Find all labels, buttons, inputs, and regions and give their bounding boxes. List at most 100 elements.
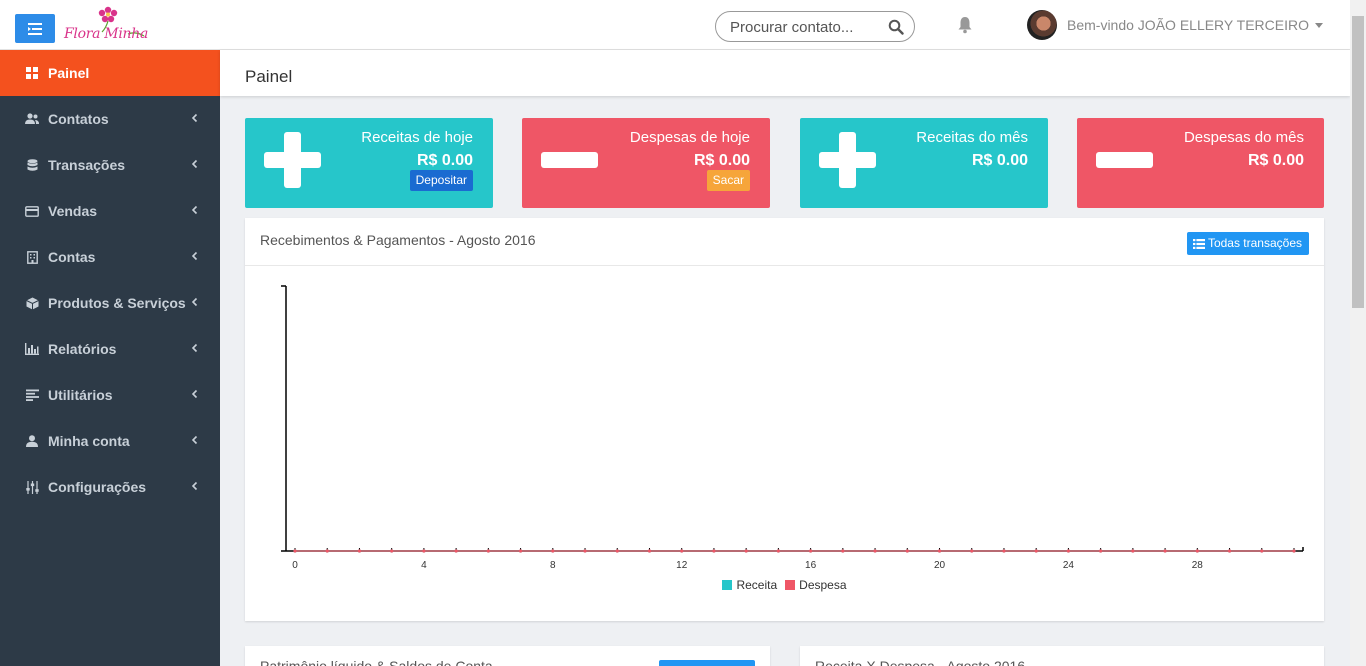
data-point-despesa — [357, 549, 362, 553]
sidebar-item-minha-conta[interactable]: Minha conta — [0, 418, 220, 464]
data-point-despesa — [1227, 549, 1232, 553]
sidebar-item-relatorios[interactable]: Relatórios — [0, 326, 220, 372]
data-point-despesa — [325, 549, 329, 553]
sidebar-item-contas[interactable]: Contas — [0, 234, 220, 280]
data-point-despesa — [905, 549, 909, 553]
menu-toggle-button[interactable] — [15, 14, 55, 43]
patrimonio-panel: Patrimônio líquido & Saldos de Conta — [245, 646, 770, 666]
data-point-despesa — [841, 549, 845, 553]
patrimonio-panel-button[interactable] — [659, 660, 755, 666]
user-icon — [25, 434, 39, 448]
menu-icon — [28, 22, 42, 35]
chevron-left-icon — [191, 297, 198, 307]
scrollbar-thumb[interactable] — [1352, 16, 1364, 308]
legend-label: Despesa — [799, 578, 847, 592]
data-point-despesa — [518, 549, 523, 553]
todas-transacoes-button[interactable]: Todas transações — [1186, 232, 1309, 255]
tile-value: R$ 0.00 — [971, 152, 1028, 169]
chart-legend: Receita Despesa — [245, 578, 1324, 592]
caret-down-icon — [1314, 22, 1323, 28]
data-point-despesa — [712, 549, 716, 553]
data-point-despesa — [1163, 549, 1167, 553]
sidebar-item-produtos-servicos[interactable]: Produtos & Serviços — [0, 280, 220, 326]
sacar-button[interactable]: Sacar — [706, 170, 750, 191]
search-box — [715, 11, 915, 42]
top-bar: Flora Minha Bem-vindo JOÃO ELLERY TERCEI… — [0, 0, 1350, 50]
dashboard-icon — [25, 66, 39, 80]
depositar-button[interactable]: Depositar — [409, 170, 473, 191]
sidebar-item-transacoes[interactable]: Transações — [0, 142, 220, 188]
data-point-despesa — [647, 549, 652, 553]
minus-icon — [541, 152, 598, 168]
sidebar-item-label: Painel — [48, 65, 90, 81]
data-point-despesa — [454, 549, 458, 553]
sidebar-item-vendas[interactable]: Vendas — [0, 188, 220, 234]
legend-item-receita: Receita — [722, 578, 777, 592]
data-point-despesa — [551, 549, 555, 553]
data-point-despesa — [776, 549, 780, 553]
data-point-despesa — [680, 549, 684, 553]
sidebar-item-label: Contas — [48, 249, 96, 265]
patrimonio-panel-title: Patrimônio líquido & Saldos de Conta — [260, 658, 493, 666]
chart-panel: Recebimentos & Pagamentos - Agosto 2016 … — [245, 218, 1324, 621]
x-tick-label: 16 — [805, 560, 817, 571]
sidebar-item-label: Transações — [48, 157, 126, 173]
user-menu[interactable]: Bem-vindo JOÃO ELLERY TERCEIRO — [1027, 9, 1323, 41]
data-point-despesa — [1034, 549, 1038, 553]
chevron-left-icon — [191, 159, 198, 169]
list-icon — [25, 388, 39, 402]
list-icon — [1192, 238, 1205, 249]
sidebar-item-label: Vendas — [48, 203, 98, 219]
data-point-despesa — [873, 549, 877, 553]
x-tick-label: 24 — [1063, 560, 1075, 571]
bar-chart-icon — [25, 342, 39, 356]
x-tick-label: 0 — [292, 560, 298, 571]
page-scrollbar[interactable] — [1350, 0, 1366, 666]
data-point-despesa — [293, 549, 297, 553]
data-point-despesa — [1066, 549, 1071, 553]
sidebar-item-contatos[interactable]: Contatos — [0, 96, 220, 142]
tile-despesas-mes: Despesas do mês R$ 0.00 — [1077, 118, 1324, 208]
x-tick-label: 28 — [1192, 560, 1204, 571]
cube-icon — [25, 296, 39, 310]
legend-item-despesa: Despesa — [785, 578, 847, 592]
sidebar-item-label: Configurações — [48, 479, 147, 495]
legend-label: Receita — [736, 578, 778, 592]
bell-icon[interactable] — [957, 16, 973, 34]
data-point-despesa — [809, 549, 813, 553]
tile-receitas-hoje: Receitas de hoje R$ 0.00 Depositar — [245, 118, 493, 208]
chevron-left-icon — [191, 113, 198, 123]
x-tick-label: 8 — [550, 560, 556, 571]
sidebar-item-configuracoes[interactable]: Configurações — [0, 464, 220, 510]
chevron-left-icon — [191, 481, 198, 491]
logo[interactable]: Flora Minha — [62, 4, 154, 48]
sidebar-item-utilitarios[interactable]: Utilitários — [0, 372, 220, 418]
logo-text: Flora Minha — [64, 26, 149, 42]
credit-card-icon — [25, 204, 39, 218]
data-point-despesa — [1195, 549, 1199, 553]
x-tick-label: 20 — [934, 560, 946, 571]
data-point-despesa — [937, 549, 942, 553]
chevron-left-icon — [191, 205, 198, 215]
plus-icon — [264, 132, 321, 188]
data-point-despesa — [390, 549, 394, 553]
chevron-left-icon — [191, 435, 198, 445]
x-tick-label: 12 — [676, 560, 688, 571]
minus-icon — [1096, 152, 1153, 168]
data-point-despesa — [744, 549, 748, 553]
sliders-icon — [25, 480, 39, 494]
data-point-despesa — [615, 549, 619, 553]
sidebar-item-painel[interactable]: Painel — [0, 50, 220, 96]
search-icon[interactable] — [888, 19, 904, 35]
todas-transacoes-label: Todas transações — [1207, 236, 1302, 250]
sidebar: Painel Contatos Transações Vendas Contas… — [0, 50, 220, 666]
data-point-despesa — [1260, 549, 1264, 553]
line-chart: 0 4 8 12 16 20 24 28 — [281, 285, 1304, 571]
search-input[interactable] — [730, 18, 880, 36]
database-icon — [25, 158, 39, 172]
tile-label: Despesas do mês — [1183, 129, 1304, 146]
legend-swatch — [722, 580, 733, 590]
avatar — [1027, 10, 1057, 40]
chevron-left-icon — [191, 343, 198, 353]
plus-icon — [819, 132, 876, 188]
